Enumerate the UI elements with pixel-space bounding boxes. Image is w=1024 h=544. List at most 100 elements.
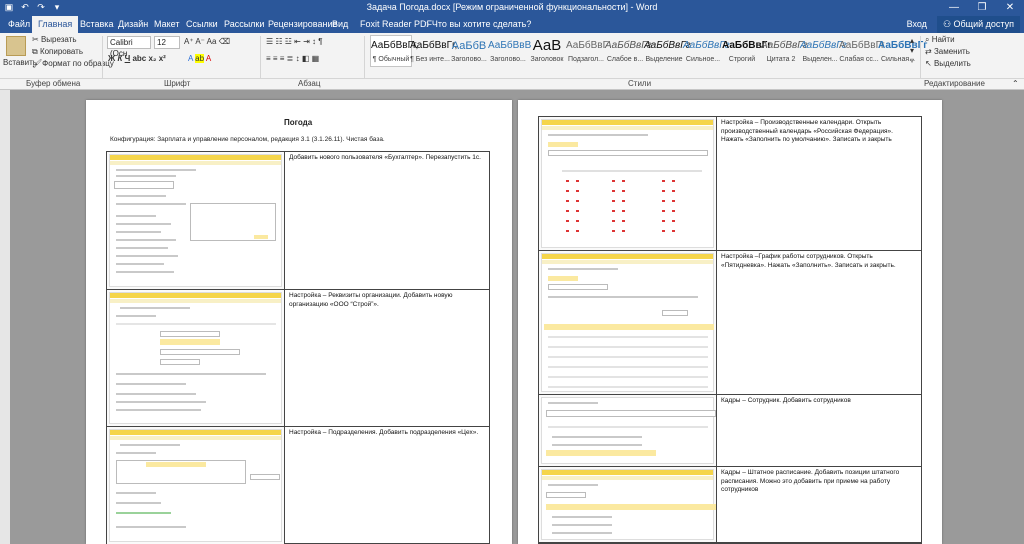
vertical-ruler xyxy=(0,90,10,544)
table-row: Настройка – Реквизиты организации. Добав… xyxy=(107,290,489,427)
instruction-text: Настройка –График работы сотрудников. От… xyxy=(721,253,896,269)
replace-icon: ⇄ xyxy=(925,47,934,56)
screenshot-image xyxy=(541,397,716,464)
screenshot-cell xyxy=(539,395,717,466)
style-subtle-emphasis[interactable]: АаБбВвГг Слабое в... xyxy=(604,35,652,67)
clipboard-group-label: Буфер обмена xyxy=(26,79,81,88)
style-intense-emphasis[interactable]: АаБбВвГг Сильное... xyxy=(682,35,730,67)
style-name: Выделен... xyxy=(802,56,838,63)
instruction-text: Настройка – Производственные календари. … xyxy=(721,119,893,143)
style-name: Заголовок xyxy=(530,56,564,63)
style-preview: АаБбВвГг xyxy=(644,40,691,51)
style-preview: АаБбВвГг xyxy=(839,40,885,51)
screenshot-cell xyxy=(539,251,717,394)
table-row: Настройка – Производственные календари. … xyxy=(539,117,921,251)
tab-home[interactable]: Главная xyxy=(32,16,79,33)
style-name: Подзагол... xyxy=(567,56,604,63)
style-name: Цитата 2 xyxy=(766,56,796,63)
copy-button[interactable]: ⧉ Копировать xyxy=(32,47,83,57)
screenshot-image xyxy=(541,119,714,248)
list-icons[interactable]: ☰ ☷ ☳ ⇤ ⇥ ↕ ¶ xyxy=(266,37,323,46)
style-subtitle[interactable]: АаБбВвГ Подзагол... xyxy=(565,35,608,67)
instruction-text: Настройка – Подразделения. Добавить подр… xyxy=(289,429,479,436)
style-preview: АаБбВвГг xyxy=(800,40,847,51)
style-preview: АаБбВвГг xyxy=(722,40,772,51)
instruction-table: Добавить нового пользователя «Бухгалтер»… xyxy=(106,151,490,544)
select-label: Выделить xyxy=(933,59,971,68)
table-row: Настройка – Подразделения. Добавить подр… xyxy=(107,427,489,544)
style-emphasis[interactable]: АаБбВвГг Выделение xyxy=(643,35,691,67)
align-icons[interactable]: ≡ ≡ ≡ ≣ ↕ ◧ ▦ xyxy=(266,54,319,63)
style-name: Слабая сс... xyxy=(839,56,879,63)
document-page-left: Погода Конфигурация: Зарплата и управлен… xyxy=(86,100,512,544)
ribbon-tabs: Файл Главная Вставка Дизайн Макет Ссылки… xyxy=(0,16,1024,33)
style-strong[interactable]: АаБбВвГг Строгий xyxy=(721,35,772,67)
find-label: Найти xyxy=(931,35,955,44)
format-painter-label: Формат по образцу xyxy=(42,59,114,68)
user-icon: ⚇ xyxy=(942,19,954,29)
style-heading-1[interactable]: АаБбВ Заголово... xyxy=(448,35,490,67)
instruction-table: Настройка – Производственные календари. … xyxy=(538,116,922,544)
style-quote-2[interactable]: АаБбВвГг Цитата 2 xyxy=(760,35,808,67)
font-color-icons[interactable]: A ab A xyxy=(188,54,211,63)
style-name: Строгий xyxy=(728,56,756,63)
style-preview: АаВ xyxy=(532,37,562,54)
style-heading-2[interactable]: АаБбВвВ Заголово... xyxy=(487,35,532,67)
replace-button[interactable]: ⇄ Заменить xyxy=(925,47,970,56)
font-size-combo[interactable]: 12 xyxy=(154,36,180,49)
styles-group-label: Стили xyxy=(628,79,652,88)
screenshot-image xyxy=(109,429,282,542)
cut-button[interactable]: ✂ Вырезать xyxy=(32,35,77,44)
style-preview: АаБбВвГг xyxy=(761,40,808,51)
style-preview: АаБбВвГг, xyxy=(371,40,419,51)
share-label: Общий доступ xyxy=(953,19,1014,29)
screenshot-image xyxy=(541,469,716,540)
font-name-combo[interactable]: Calibri (Осн xyxy=(107,36,151,58)
style-subtle-reference[interactable]: АаБбВвГг Слабая сс... xyxy=(838,35,885,67)
sign-in-link[interactable]: Вход xyxy=(907,16,927,33)
collapse-ribbon-icon[interactable]: ⌃ xyxy=(1012,79,1019,88)
paragraph-group-label: Абзац xyxy=(298,79,321,88)
copy-icon: ⧉ xyxy=(32,47,40,56)
style-preview: АаБбВвВ xyxy=(488,40,532,51)
document-page-right: Настройка – Производственные календари. … xyxy=(518,100,942,544)
font-format-buttons[interactable]: Ж К Ч abc x₂ x² xyxy=(108,54,166,63)
screenshot-image xyxy=(109,292,282,424)
style-preview: АаБбВвГг xyxy=(605,40,652,51)
tell-me-text: Что вы хотите сделать? xyxy=(431,19,532,29)
instruction-text: Добавить нового пользователя «Бухгалтер»… xyxy=(289,154,481,161)
close-button[interactable]: ✕ xyxy=(996,0,1024,16)
cursor-icon: ↖ xyxy=(925,59,934,68)
scissors-icon: ✂ xyxy=(32,35,41,44)
replace-label: Заменить xyxy=(933,47,970,56)
screenshot-cell xyxy=(107,290,285,426)
brush-icon: 🖌 xyxy=(32,59,43,68)
copy-label: Копировать xyxy=(39,47,84,56)
style-name: ¶ Обычный xyxy=(372,56,410,63)
lightbulb-icon: ◌ xyxy=(424,19,432,29)
screenshot-image xyxy=(541,253,714,392)
style-title[interactable]: АаВ Заголовок xyxy=(526,35,568,67)
doc-title: Погода xyxy=(284,118,313,127)
tab-view[interactable]: Вид xyxy=(326,16,354,33)
tell-me-box[interactable]: ◌ Что вы хотите сделать? xyxy=(418,16,537,33)
paste-icon[interactable] xyxy=(6,36,26,56)
styles-scroll-icons[interactable]: ▴ ▾ ▿ xyxy=(910,36,914,66)
style-normal[interactable]: АаБбВвГг, ¶ Обычный xyxy=(370,35,419,67)
restore-button[interactable]: ❐ xyxy=(968,0,996,16)
style-name: ¶ Без инте... xyxy=(410,56,450,63)
doc-config-line: Конфигурация: Зарплата и управление перс… xyxy=(110,136,385,143)
style-preview: АаБбВвГг, xyxy=(410,40,458,51)
select-button[interactable]: ↖ Выделить xyxy=(925,59,971,68)
minimize-button[interactable]: — xyxy=(940,0,968,16)
share-button[interactable]: ⚇ Общий доступ xyxy=(936,16,1020,33)
style-intense-quote[interactable]: АаБбВвГг Выделен... xyxy=(799,35,847,67)
table-row: Кадры – Сотрудник. Добавить сотрудников xyxy=(539,395,921,467)
style-name: Слабое в... xyxy=(606,56,644,63)
find-button[interactable]: ⌕ Найти xyxy=(925,35,955,45)
style-name: Выделение xyxy=(645,56,683,63)
style-name: Заголово... xyxy=(451,56,487,63)
style-no-spacing[interactable]: АаБбВвГг, ¶ Без инте... xyxy=(409,35,458,67)
grow-font-icon[interactable]: A⁺ A⁻ Aa ⌫ xyxy=(184,37,230,46)
instruction-text: Кадры – Штатное расписание. Добавить поз… xyxy=(721,469,900,493)
